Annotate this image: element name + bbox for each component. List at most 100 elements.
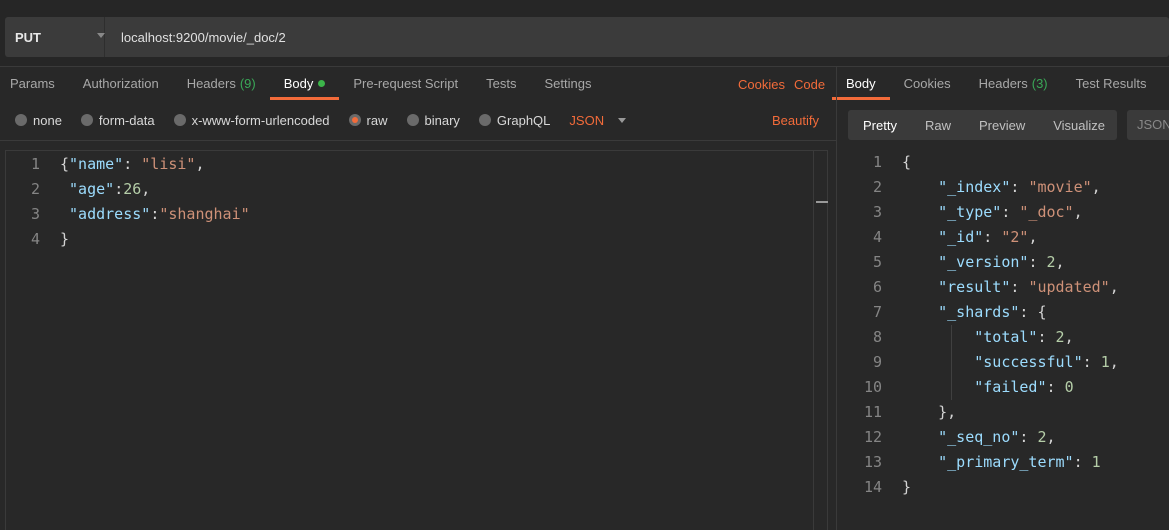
tab-body[interactable]: Body xyxy=(832,68,890,100)
tab-label: Test Results xyxy=(1075,76,1147,91)
radio-none[interactable]: none xyxy=(15,113,62,128)
line-number: 9 xyxy=(872,353,882,371)
code-token: , xyxy=(141,180,151,198)
tab-headers[interactable]: Headers (9) xyxy=(173,68,270,100)
code-line: 5 "_version": 2, xyxy=(834,250,1119,275)
radio-circle-icon xyxy=(173,114,186,126)
view-pretty[interactable]: Pretty xyxy=(848,118,910,133)
radio-raw[interactable]: raw xyxy=(348,112,388,128)
line-number: 4 xyxy=(30,230,40,248)
code-line: 14} xyxy=(834,475,1119,500)
url-bar: PUT localhost:9200/movie/_doc/2 xyxy=(5,17,1169,57)
url-input[interactable]: localhost:9200/movie/_doc/2 xyxy=(105,30,286,45)
code-line: 10 "failed": 0 xyxy=(834,375,1119,400)
radio-binary[interactable]: binary xyxy=(406,112,460,128)
tab-body[interactable]: Body xyxy=(269,68,340,100)
code-token: , xyxy=(1109,278,1119,296)
tab-cookies[interactable]: Cookies xyxy=(890,68,965,100)
code-line: 2 "age":26, xyxy=(0,177,250,202)
radio-x-www-form-urlencoded[interactable]: x-www-form-urlencoded xyxy=(173,112,330,128)
code-token: "result" xyxy=(938,278,1011,296)
tab-label: Headers xyxy=(978,76,1028,91)
response-tabs: Body Cookies Headers (3) Test Results xyxy=(832,68,1160,100)
tab-test-results[interactable]: Test Results xyxy=(1062,68,1161,100)
code-token: , xyxy=(1055,253,1065,271)
code-link[interactable]: Code xyxy=(794,77,825,92)
line-number: 2 xyxy=(30,180,40,198)
code-token: : xyxy=(1010,178,1029,196)
tab-pre-request-script[interactable]: Pre-request Script xyxy=(339,68,472,100)
code-token: 2 xyxy=(1046,253,1056,271)
tab-authorization[interactable]: Authorization xyxy=(69,68,173,100)
format-label: JSON xyxy=(569,112,605,128)
tab-label: Tests xyxy=(486,76,517,91)
code-token: , xyxy=(1109,353,1119,371)
code-token: : xyxy=(1001,203,1020,221)
radio-label: binary xyxy=(424,112,460,128)
code-token: : xyxy=(150,205,160,223)
code-line: 3 "address":"shanghai" xyxy=(0,202,250,227)
code-token: } xyxy=(902,478,912,496)
code-line: 3 "_type": "_doc", xyxy=(834,200,1119,225)
tab-label: Cookies xyxy=(903,76,951,91)
code-token: 1 xyxy=(1100,353,1110,371)
cookies-link[interactable]: Cookies xyxy=(738,77,785,92)
method-label: PUT xyxy=(15,29,41,45)
body-format-select[interactable]: JSON xyxy=(569,112,627,128)
code-line: 9 "successful": 1, xyxy=(834,350,1119,375)
editor-scrollbar[interactable] xyxy=(813,150,828,530)
modified-dot-icon xyxy=(318,80,326,87)
radio-label: x-www-form-urlencoded xyxy=(191,112,330,128)
view-raw[interactable]: Raw xyxy=(910,118,964,133)
tab-label: Pre-request Script xyxy=(353,76,459,91)
radio-circle-icon xyxy=(80,114,93,126)
code-token: , xyxy=(1073,203,1083,221)
radio-label: raw xyxy=(366,112,388,128)
view-visualize[interactable]: Visualize xyxy=(1038,118,1118,133)
line-number: 8 xyxy=(872,328,882,346)
code-token: : xyxy=(1019,428,1038,446)
response-format-select[interactable]: JSON xyxy=(1127,110,1169,140)
code-token: : xyxy=(983,228,1002,246)
tab-label: Headers xyxy=(186,76,236,91)
code-token: : xyxy=(114,180,124,198)
radio-circle-icon xyxy=(406,114,419,126)
code-token: : xyxy=(1028,253,1047,271)
code-token: "_index" xyxy=(938,178,1011,196)
code-token: "_doc" xyxy=(1019,203,1074,221)
radio-label: none xyxy=(33,112,62,128)
code-line: 4 "_id": "2", xyxy=(834,225,1119,250)
tab-tests[interactable]: Tests xyxy=(472,68,530,100)
tab-count: (9) xyxy=(239,76,256,91)
code-token: 2 xyxy=(1055,328,1065,346)
code-token: : xyxy=(1046,378,1065,396)
line-number: 13 xyxy=(863,453,882,471)
radio-GraphQL[interactable]: GraphQL xyxy=(478,113,550,128)
code-line: 7 "_shards": { xyxy=(834,300,1119,325)
line-number: 4 xyxy=(872,228,882,246)
method-select[interactable]: PUT xyxy=(5,17,105,57)
view-mode-bar: Pretty Raw Preview Visualize xyxy=(848,110,1117,140)
tab-headers[interactable]: Headers (3) xyxy=(965,68,1062,100)
tab-settings[interactable]: Settings xyxy=(530,68,605,100)
code-line: 11 }, xyxy=(834,400,1119,425)
tab-params[interactable]: Params xyxy=(0,68,69,100)
code-token: } xyxy=(60,230,70,248)
code-line: 4} xyxy=(0,227,250,252)
line-number: 12 xyxy=(863,428,882,446)
radio-form-data[interactable]: form-data xyxy=(80,113,155,128)
request-body-code: 1 {"name": "lisi", 2 "age":26, 3 "address":… xyxy=(0,152,250,252)
radio-circle-icon xyxy=(348,114,361,126)
code-token: : { xyxy=(1019,303,1047,321)
beautify-link[interactable]: Beautify xyxy=(772,113,819,128)
view-preview[interactable]: Preview xyxy=(964,118,1038,133)
code-token: "_seq_no" xyxy=(938,428,1020,446)
code-token: , xyxy=(1064,328,1074,346)
